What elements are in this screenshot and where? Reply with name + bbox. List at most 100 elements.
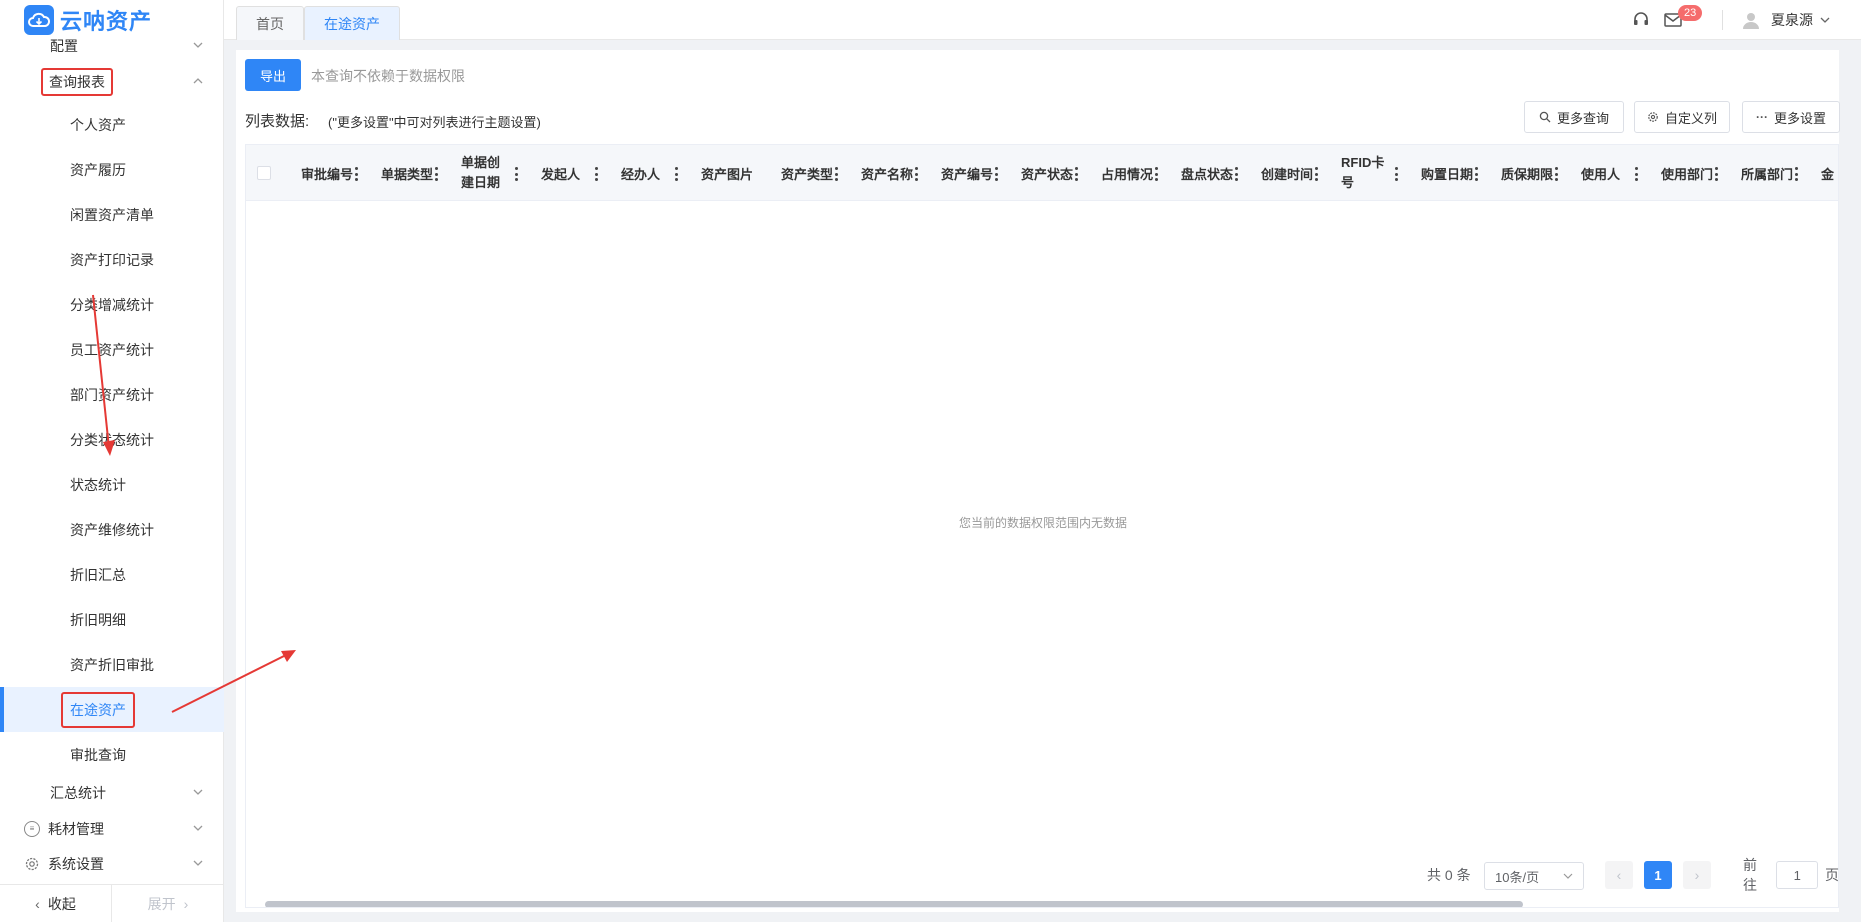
- user-menu[interactable]: 夏泉源: [1741, 10, 1831, 30]
- sidebar-item-status-stats[interactable]: 状态统计: [0, 462, 224, 507]
- top-bar: 首页 在途资产 23 夏泉源: [224, 0, 1861, 40]
- menu-group-summary[interactable]: 汇总统计: [0, 778, 224, 808]
- column-header[interactable]: 经办人: [606, 145, 686, 201]
- sidebar-item-label: 状态统计: [70, 476, 126, 493]
- column-menu-icon[interactable]: [994, 167, 998, 181]
- custom-columns-button[interactable]: 自定义列: [1634, 101, 1730, 133]
- chevron-right-icon: ›: [183, 895, 189, 912]
- column-header[interactable]: 质保期限: [1486, 145, 1566, 201]
- more-settings-label: 更多设置: [1773, 110, 1826, 126]
- column-menu-icon[interactable]: [834, 167, 838, 181]
- tab-in-transit-assets[interactable]: 在途资产: [304, 6, 400, 40]
- prev-page-button[interactable]: ‹: [1605, 861, 1633, 889]
- column-header[interactable]: 审批编号: [286, 145, 366, 201]
- more-settings-button[interactable]: ··· 更多设置: [1742, 101, 1840, 133]
- sidebar-item-print-records[interactable]: 资产打印记录: [0, 237, 224, 282]
- menu-group-config[interactable]: 配置: [0, 31, 224, 61]
- column-header[interactable]: 所属部门: [1726, 145, 1806, 201]
- sidebar-item-label: 折旧汇总: [70, 566, 126, 583]
- collapse-button[interactable]: ‹ 收起: [0, 885, 112, 922]
- column-menu-icon[interactable]: [1634, 167, 1638, 181]
- export-button[interactable]: 导出: [245, 59, 301, 91]
- column-menu-icon[interactable]: [354, 167, 358, 181]
- horizontal-scrollbar[interactable]: [265, 901, 1523, 907]
- goto-page-input[interactable]: 1: [1776, 861, 1818, 889]
- menu-group-settings[interactable]: 系统设置: [0, 849, 224, 879]
- tab-label: 首页: [256, 15, 284, 32]
- sidebar-item-depreciation-approval[interactable]: 资产折旧审批: [0, 642, 224, 687]
- total-count: 共 0 条: [1427, 867, 1471, 883]
- sidebar-item-approval-query[interactable]: 审批查询: [0, 732, 224, 777]
- sidebar-item-idle-assets[interactable]: 闲置资产清单: [0, 192, 224, 237]
- chevron-down-icon: [1820, 17, 1830, 23]
- list-title: 列表数据:: [245, 113, 310, 130]
- column-header[interactable]: 单据类型: [366, 145, 446, 201]
- sidebar-item-employee-asset-stats[interactable]: 员工资产统计: [0, 327, 224, 372]
- column-header[interactable]: 资产状态: [1006, 145, 1086, 201]
- sidebar-item-asset-history[interactable]: 资产履历: [0, 147, 224, 192]
- select-all-checkbox[interactable]: [257, 166, 271, 180]
- page-size-value: 10条/页: [1495, 869, 1540, 885]
- page-size-select[interactable]: 10条/页: [1484, 860, 1586, 890]
- column-header[interactable]: 资产编号: [926, 145, 1006, 201]
- sidebar-item-personal-assets[interactable]: 个人资产: [0, 102, 224, 147]
- sidebar-item-category-status-stats[interactable]: 分类状态统计: [0, 417, 224, 462]
- next-page-button[interactable]: ›: [1683, 861, 1711, 889]
- column-header-label: 资产编号: [941, 166, 994, 182]
- column-header-label: 创建时间: [1261, 166, 1314, 182]
- column-menu-icon[interactable]: [914, 167, 918, 181]
- column-menu-icon[interactable]: [514, 167, 518, 181]
- messages[interactable]: 23: [1664, 5, 1703, 27]
- column-menu-icon[interactable]: [1234, 167, 1238, 181]
- column-menu-icon[interactable]: [1154, 167, 1158, 181]
- menu-group-consumables[interactable]: ≡ 耗材管理: [0, 814, 224, 844]
- column-menu-icon[interactable]: [1794, 167, 1798, 181]
- sidebar-item-repair-stats[interactable]: 资产维修统计: [0, 507, 224, 552]
- column-menu-icon[interactable]: [1714, 167, 1718, 181]
- message-count-badge: 23: [1678, 5, 1703, 21]
- column-menu-icon[interactable]: [1474, 167, 1478, 181]
- column-menu-icon[interactable]: [594, 167, 598, 181]
- column-menu-icon[interactable]: [674, 167, 678, 181]
- column-menu-icon[interactable]: [1554, 167, 1558, 181]
- collapse-label: 收起: [47, 895, 76, 912]
- sidebar-item-category-change-stats[interactable]: 分类增减统计: [0, 282, 224, 327]
- gear-icon: [1648, 112, 1658, 122]
- sidebar-item-label: 资产折旧审批: [70, 656, 154, 673]
- headset-icon[interactable]: [1632, 11, 1650, 29]
- column-header[interactable]: 使用人: [1566, 145, 1646, 201]
- sidebar: 云呐资产 配置 查询报表 个人资产 资产履历 闲置资产清单 资产打印记录 分类增…: [0, 0, 224, 922]
- more-icon: ···: [1755, 110, 1768, 124]
- column-menu-icon[interactable]: [1394, 167, 1398, 181]
- sidebar-item-depreciation-detail[interactable]: 折旧明细: [0, 597, 224, 642]
- column-menu-icon[interactable]: [434, 167, 438, 181]
- expand-button[interactable]: 展开 ›: [112, 885, 224, 922]
- column-header[interactable]: 占用情况: [1086, 145, 1166, 201]
- column-header[interactable]: 使用部门: [1646, 145, 1726, 201]
- menu-group-label: 汇总统计: [50, 785, 106, 801]
- column-header[interactable]: 资产名称: [846, 145, 926, 201]
- column-header[interactable]: 金: [1806, 145, 1838, 201]
- column-header[interactable]: 资产图片: [686, 145, 766, 201]
- column-header[interactable]: 创建时间: [1246, 145, 1326, 201]
- sidebar-item-in-transit-assets[interactable]: 在途资产: [0, 687, 224, 732]
- tab-home[interactable]: 首页: [236, 6, 304, 40]
- page-1-button[interactable]: 1: [1644, 861, 1672, 889]
- sidebar-item-department-asset-stats[interactable]: 部门资产统计: [0, 372, 224, 417]
- column-header[interactable]: 资产类型: [766, 145, 846, 201]
- more-query-button[interactable]: 更多查询: [1524, 101, 1624, 133]
- avatar-icon: [1743, 13, 1759, 29]
- column-header[interactable]: 购置日期: [1406, 145, 1486, 201]
- menu-group-label: 耗材管理: [48, 821, 104, 837]
- menu-group-report[interactable]: 查询报表: [0, 67, 224, 97]
- column-header[interactable]: 发起人: [526, 145, 606, 201]
- column-header[interactable]: 单据创建日期: [446, 145, 526, 201]
- column-header[interactable]: RFID卡号: [1326, 145, 1406, 201]
- column-header[interactable]: 盘点状态: [1166, 145, 1246, 201]
- sidebar-item-label: 在途资产: [61, 691, 135, 728]
- column-menu-icon[interactable]: [1074, 167, 1078, 181]
- column-menu-icon[interactable]: [1314, 167, 1318, 181]
- menu-group-label: 查询报表: [41, 68, 113, 96]
- sidebar-item-depreciation-summary[interactable]: 折旧汇总: [0, 552, 224, 597]
- column-header-label: 审批编号: [301, 166, 354, 182]
